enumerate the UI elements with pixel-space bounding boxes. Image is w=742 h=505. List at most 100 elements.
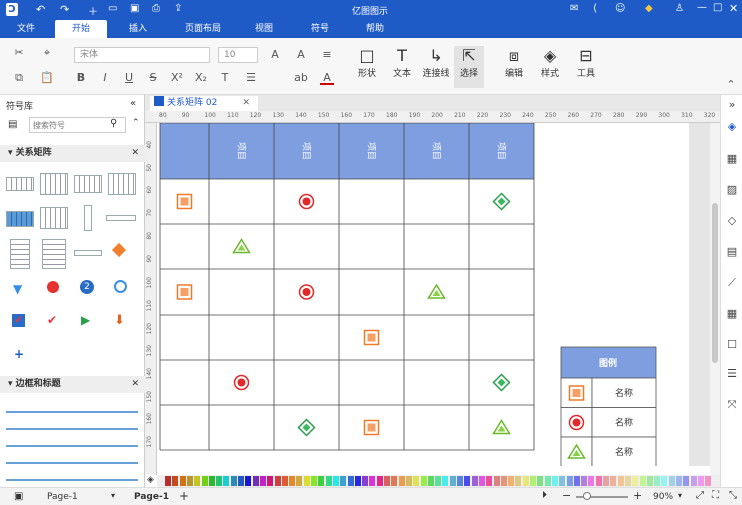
shirt-icon[interactable]: ♙: [675, 3, 684, 14]
print-icon[interactable]: ⎙: [152, 3, 160, 14]
section-relation-matrix[interactable]: ▾ 关系矩阵 ✕: [0, 145, 145, 162]
search-icon[interactable]: ⚲: [110, 118, 117, 129]
color-swatch[interactable]: [354, 476, 361, 486]
color-swatch[interactable]: [332, 476, 339, 486]
undo-icon[interactable]: ↶: [36, 3, 45, 16]
color-swatch[interactable]: [325, 476, 332, 486]
collapse-ribbon-icon[interactable]: ⌃: [724, 78, 738, 92]
matrix-symbol-4[interactable]: [108, 173, 136, 195]
color-swatch[interactable]: [318, 476, 325, 486]
title-bar-symbols[interactable]: [6, 403, 138, 483]
text-case-icon[interactable]: ab: [294, 71, 308, 85]
color-swatch[interactable]: [274, 476, 281, 486]
format-painter-icon[interactable]: ⌖: [40, 46, 54, 60]
color-swatch[interactable]: [522, 476, 529, 486]
color-swatch[interactable]: [165, 476, 171, 486]
color-swatch[interactable]: [493, 476, 500, 486]
color-swatch[interactable]: [595, 476, 602, 486]
red-check-icon[interactable]: ✔: [47, 313, 57, 327]
menu-file[interactable]: 文件: [8, 20, 44, 38]
color-swatch[interactable]: [449, 476, 456, 486]
color-swatch[interactable]: [259, 476, 266, 486]
collapse-panel-icon[interactable]: «: [130, 98, 136, 109]
font-name-select[interactable]: 宋体: [74, 47, 210, 63]
open-file-icon[interactable]: ▭: [108, 3, 117, 14]
color-swatch[interactable]: [223, 476, 230, 486]
font-color-icon[interactable]: A: [320, 71, 334, 85]
page-tab[interactable]: Page-1: [134, 492, 169, 502]
color-swatch[interactable]: [617, 476, 624, 486]
color-swatch[interactable]: [486, 476, 493, 486]
save-icon[interactable]: ▣: [130, 3, 139, 14]
color-swatch[interactable]: [289, 476, 296, 486]
image-panel-icon[interactable]: ▨: [725, 183, 739, 197]
italic-icon[interactable]: I: [98, 71, 112, 85]
add-page-button[interactable]: +: [179, 489, 189, 503]
color-swatch[interactable]: [705, 476, 712, 486]
tab-close-icon[interactable]: ✕: [242, 96, 250, 111]
matrix-symbol-8[interactable]: [106, 215, 136, 221]
section-close-icon[interactable]: ✕: [131, 376, 139, 393]
color-swatch[interactable]: [296, 476, 303, 486]
color-swatch[interactable]: [515, 476, 522, 486]
bullet-list-icon[interactable]: [268, 72, 282, 86]
maximize-icon[interactable]: □: [713, 2, 722, 13]
vip-icon[interactable]: ◆: [645, 3, 653, 14]
edit-button[interactable]: ⧈ 编辑: [499, 46, 529, 79]
color-swatch[interactable]: [632, 476, 639, 486]
color-swatch[interactable]: [500, 476, 507, 486]
select-button[interactable]: ⇱ 选择: [454, 46, 484, 88]
color-swatch[interactable]: [376, 476, 383, 486]
color-swatch[interactable]: [281, 476, 288, 486]
shape-button[interactable]: □ 形状: [352, 46, 382, 79]
color-swatch[interactable]: [690, 476, 697, 486]
color-swatch[interactable]: [581, 476, 588, 486]
color-swatch[interactable]: [624, 476, 631, 486]
checkbox-icon[interactable]: ✔: [12, 314, 25, 327]
menu-insert[interactable]: 插入: [118, 20, 158, 38]
cut-icon[interactable]: ✂: [12, 46, 26, 60]
color-swatch[interactable]: [427, 476, 434, 486]
color-swatch[interactable]: [457, 476, 463, 486]
color-swatch[interactable]: [267, 476, 274, 486]
page-selector-chevron-icon[interactable]: ▾: [111, 491, 115, 500]
matrix-symbol-5[interactable]: [6, 211, 34, 227]
paste-icon[interactable]: 📋: [40, 71, 54, 85]
expand-view-icon[interactable]: ⤡: [729, 490, 737, 501]
color-swatch[interactable]: [201, 476, 208, 486]
matrix-symbol-7[interactable]: [84, 205, 92, 231]
canvas[interactable]: 项目项目项目项目项目项目 图例名称名称名称: [157, 123, 713, 466]
export-icon[interactable]: ⇪: [174, 3, 182, 14]
color-swatch[interactable]: [216, 476, 223, 486]
color-swatch[interactable]: [208, 476, 215, 486]
color-swatch[interactable]: [435, 476, 442, 486]
matrix-symbol-3[interactable]: [74, 175, 102, 193]
underline-icon[interactable]: U: [122, 71, 136, 85]
color-swatch[interactable]: [311, 476, 317, 486]
color-swatch[interactable]: [610, 476, 617, 486]
color-swatch[interactable]: [391, 476, 398, 486]
zoom-slider-thumb[interactable]: [583, 492, 591, 500]
section-close-icon[interactable]: ✕: [131, 145, 139, 162]
plus-icon[interactable]: +: [14, 347, 24, 361]
color-swatch[interactable]: [340, 476, 347, 486]
library-menu-icon[interactable]: ▤: [8, 119, 17, 130]
zoom-in-icon[interactable]: +: [633, 489, 642, 502]
menu-page-layout[interactable]: 页面布局: [175, 20, 231, 38]
color-swatch[interactable]: [668, 476, 675, 486]
color-swatch[interactable]: [654, 476, 661, 486]
format-panel-icon[interactable]: ☰: [725, 367, 739, 381]
color-swatch[interactable]: [551, 476, 558, 486]
crop-panel-icon[interactable]: ⤧: [725, 398, 739, 412]
matrix-symbol-9[interactable]: [10, 239, 30, 269]
red-arrow-down-icon[interactable]: ⬇: [114, 313, 125, 328]
color-swatch[interactable]: [230, 476, 237, 486]
color-swatch[interactable]: [413, 476, 420, 486]
scroll-thumb[interactable]: [712, 203, 718, 363]
color-palette[interactable]: ◈: [147, 475, 720, 487]
color-swatch[interactable]: [646, 476, 653, 486]
color-swatch[interactable]: [661, 476, 668, 486]
color-swatch[interactable]: [238, 476, 244, 486]
user-icon[interactable]: ☺: [615, 3, 625, 14]
vertical-scrollbar[interactable]: [710, 123, 720, 475]
